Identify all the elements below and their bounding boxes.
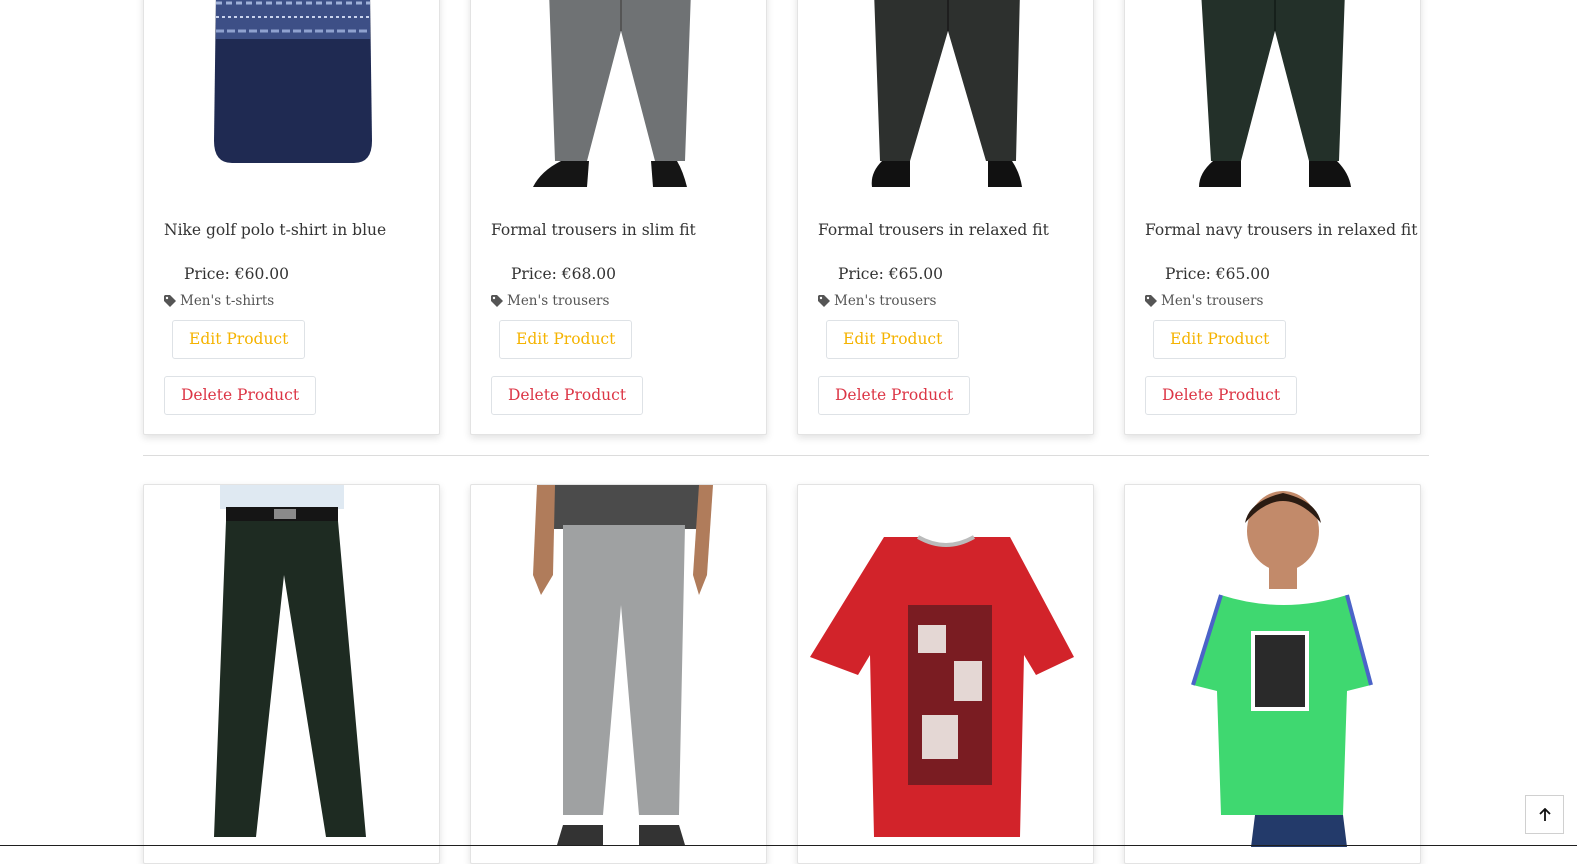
tag-icon xyxy=(164,295,176,307)
tag-icon xyxy=(1145,295,1157,307)
product-name: Formal trousers in relaxed fit xyxy=(818,221,1049,239)
delete-product-button[interactable]: Delete Product xyxy=(491,376,644,415)
category-label: Men's trousers xyxy=(1161,293,1264,309)
page-bottom-edge xyxy=(0,845,1577,846)
arrow-up-icon xyxy=(1538,807,1552,822)
product-image[interactable] xyxy=(1125,0,1420,191)
back-to-top-button[interactable] xyxy=(1525,795,1564,834)
product-grid-row-top: Nike golf polo t-shirt in blue Price: €6… xyxy=(143,0,1429,435)
product-price: Price: €68.00 xyxy=(511,265,617,283)
tag-icon xyxy=(491,295,503,307)
product-category[interactable]: Men's trousers xyxy=(491,293,609,309)
product-card: Formal trousers in slim fit Price: €68.0… xyxy=(470,0,767,435)
product-card xyxy=(143,484,440,864)
edit-product-button[interactable]: Edit Product xyxy=(172,320,306,359)
product-image[interactable] xyxy=(471,485,766,847)
product-category[interactable]: Men's trousers xyxy=(818,293,936,309)
product-name: Formal navy trousers in relaxed fit xyxy=(1145,221,1418,239)
product-image[interactable] xyxy=(471,0,766,191)
product-card xyxy=(1124,484,1421,864)
edit-product-button[interactable]: Edit Product xyxy=(826,320,960,359)
edit-product-button[interactable]: Edit Product xyxy=(1153,320,1287,359)
product-card xyxy=(470,484,767,864)
product-grid-row-bottom xyxy=(143,484,1429,864)
product-price: Price: €65.00 xyxy=(1165,265,1271,283)
product-image[interactable] xyxy=(144,485,439,847)
product-image[interactable] xyxy=(798,0,1093,191)
product-price: Price: €65.00 xyxy=(838,265,944,283)
product-image[interactable] xyxy=(144,0,439,191)
product-image[interactable] xyxy=(798,485,1093,847)
product-category[interactable]: Men's trousers xyxy=(1145,293,1263,309)
category-label: Men's trousers xyxy=(507,293,610,309)
category-label: Men's trousers xyxy=(834,293,937,309)
product-card xyxy=(797,484,1094,864)
tag-icon xyxy=(818,295,830,307)
product-price: Price: €60.00 xyxy=(184,265,290,283)
product-category[interactable]: Men's t-shirts xyxy=(164,293,274,309)
product-card: Formal navy trousers in relaxed fit Pric… xyxy=(1124,0,1421,435)
product-name: Formal trousers in slim fit xyxy=(491,221,696,239)
category-label: Men's t-shirts xyxy=(180,293,275,309)
product-image[interactable] xyxy=(1125,485,1420,847)
product-name: Nike golf polo t-shirt in blue xyxy=(164,221,387,239)
product-card: Nike golf polo t-shirt in blue Price: €6… xyxy=(143,0,440,435)
delete-product-button[interactable]: Delete Product xyxy=(1145,376,1298,415)
product-card: Formal trousers in relaxed fit Price: €6… xyxy=(797,0,1094,435)
delete-product-button[interactable]: Delete Product xyxy=(818,376,971,415)
edit-product-button[interactable]: Edit Product xyxy=(499,320,633,359)
delete-product-button[interactable]: Delete Product xyxy=(164,376,317,415)
row-divider xyxy=(143,455,1429,456)
